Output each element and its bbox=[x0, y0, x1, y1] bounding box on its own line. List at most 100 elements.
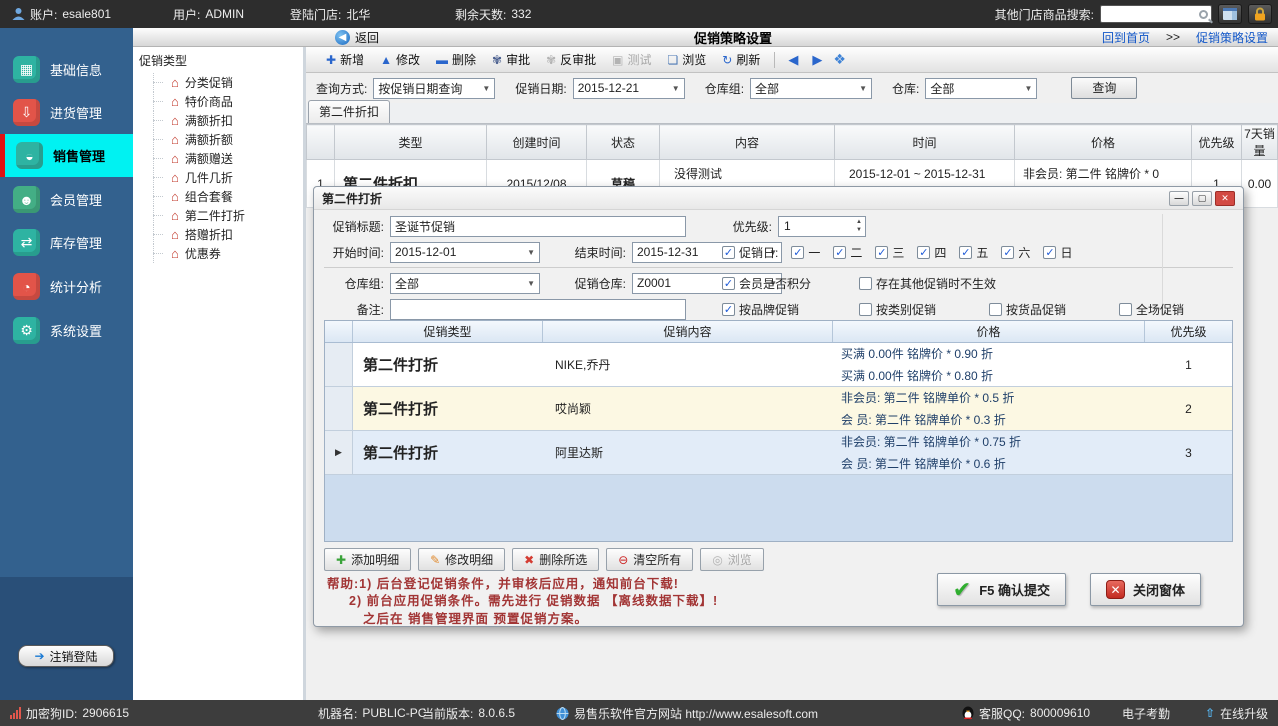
sidebar-item-settings[interactable]: ⚙ 系统设置 bbox=[0, 309, 133, 352]
refresh-button[interactable]: ↻刷新 bbox=[714, 49, 768, 70]
promo-day-sat[interactable]: 六 bbox=[1001, 244, 1030, 261]
warehouse-select[interactable]: 全部▼ bbox=[925, 78, 1037, 99]
close-window-button[interactable]: ✕关闭窗体 bbox=[1090, 573, 1201, 606]
unapprove-button[interactable]: ✾反审批 bbox=[538, 49, 604, 70]
home-link[interactable]: 回到首页 bbox=[1102, 29, 1150, 46]
qq-support[interactable]: 客服QQ: 800009610 bbox=[962, 700, 1090, 726]
official-website-link[interactable]: 易售乐软件官方网站 http://www.esalesoft.com bbox=[556, 700, 818, 726]
other-promo-checkbox[interactable]: 存在其他促销时不生效 bbox=[859, 275, 996, 292]
tree-item-amount-rebate[interactable]: ⌂满额折额 bbox=[133, 130, 303, 149]
detail-row-selected[interactable]: ▶ 第二件打折 阿里达斯 非会员: 第二件 铭牌单价 * 0.75 折会 员: … bbox=[325, 431, 1232, 475]
browse-button[interactable]: ❏浏览 bbox=[660, 49, 715, 70]
attendance-link[interactable]: 电子考勤 bbox=[1122, 700, 1170, 726]
row-selector[interactable] bbox=[325, 343, 353, 386]
checkbox-icon[interactable] bbox=[917, 246, 930, 259]
promo-day-tue[interactable]: 二 bbox=[833, 244, 862, 261]
delete-button[interactable]: ▬删除 bbox=[428, 49, 484, 70]
checkbox-icon[interactable] bbox=[1119, 303, 1132, 316]
tree-item-second-item-discount[interactable]: ⌂第二件打折 bbox=[133, 206, 303, 225]
clear-all-button[interactable]: ⊖清空所有 bbox=[606, 548, 693, 571]
tree-item-combo[interactable]: ⌂组合套餐 bbox=[133, 187, 303, 206]
prev-page-button[interactable]: ◀ bbox=[781, 52, 805, 68]
warehouse-group-select[interactable]: 全部▼ bbox=[750, 78, 872, 99]
store-search-input[interactable] bbox=[1100, 5, 1212, 23]
checkbox-icon[interactable] bbox=[989, 303, 1002, 316]
checkbox-icon[interactable] bbox=[722, 246, 735, 259]
tab-second-item-discount[interactable]: 第二件折扣 bbox=[308, 100, 390, 123]
tree-item-bundle-discount[interactable]: ⌂搭赠折扣 bbox=[133, 225, 303, 244]
house-icon: ⌂ bbox=[171, 209, 179, 222]
promo-day-thu[interactable]: 四 bbox=[917, 244, 946, 261]
logout-button[interactable]: ➔ 注销登陆 bbox=[18, 645, 114, 667]
tree-item-special-price[interactable]: ⌂特价商品 bbox=[133, 92, 303, 111]
remark-input[interactable] bbox=[390, 299, 686, 320]
tree-item-category-promo[interactable]: ⌂分类促销 bbox=[133, 73, 303, 92]
checkbox-icon[interactable] bbox=[791, 246, 804, 259]
sidebar-item-statistics[interactable]: ◔ 统计分析 bbox=[0, 265, 133, 308]
detail-row[interactable]: 第二件打折 哎尚颖 非会员: 第二件 铭牌单价 * 0.5 折会 员: 第二件 … bbox=[325, 387, 1232, 431]
checkbox-icon[interactable] bbox=[1001, 246, 1014, 259]
online-upgrade-link[interactable]: ⇧ 在线升级 bbox=[1205, 700, 1268, 726]
promo-day-sun[interactable]: 日 bbox=[1043, 244, 1072, 261]
selected-row-arrow-icon[interactable]: ▶ bbox=[325, 431, 353, 474]
promo-title-input[interactable]: 圣诞节促销 bbox=[390, 216, 686, 237]
checkbox-icon[interactable] bbox=[875, 246, 888, 259]
tree-item-amount-discount[interactable]: ⌂满额折扣 bbox=[133, 111, 303, 130]
minimize-button[interactable]: — bbox=[1169, 191, 1189, 206]
tree-item-qty-discount[interactable]: ⌂几件几折 bbox=[133, 168, 303, 187]
query-button[interactable]: 查询 bbox=[1071, 77, 1137, 99]
lock-button[interactable] bbox=[1248, 4, 1272, 24]
tree-item-coupon[interactable]: ⌂优惠券 bbox=[133, 244, 303, 263]
maximize-button[interactable]: ▢ bbox=[1192, 191, 1212, 206]
query-method-select[interactable]: 按促销日期查询▼ bbox=[373, 78, 495, 99]
promo-date-select[interactable]: 2015-12-21▼ bbox=[573, 78, 685, 99]
member-points-checkbox[interactable]: 会员是否积分 bbox=[722, 275, 811, 292]
sidebar-item-sales[interactable]: ◒ 销售管理 bbox=[0, 134, 133, 177]
checkbox-icon[interactable] bbox=[959, 246, 972, 259]
upgrade-arrow-icon: ⇧ bbox=[1205, 706, 1215, 720]
sidebar-item-members[interactable]: ☻ 会员管理 bbox=[0, 178, 133, 221]
delete-selected-button[interactable]: ✖删除所选 bbox=[512, 548, 599, 571]
test-button[interactable]: ▣测试 bbox=[604, 49, 659, 70]
book-icon[interactable]: ❖ bbox=[829, 51, 846, 68]
by-category-checkbox[interactable]: 按类别促销 bbox=[859, 301, 936, 318]
edit-button[interactable]: ▲修改 bbox=[372, 49, 428, 70]
row-selector[interactable] bbox=[325, 387, 353, 430]
sidebar-item-basic-info[interactable]: ▦ 基础信息 bbox=[0, 48, 133, 91]
checkbox-icon[interactable] bbox=[1043, 246, 1056, 259]
detail-row[interactable]: 第二件打折 NIKE,乔丹 买满 0.00件 铭牌价 * 0.90 折买满 0.… bbox=[325, 343, 1232, 387]
checkbox-icon[interactable] bbox=[859, 303, 872, 316]
by-goods-checkbox[interactable]: 按货品促销 bbox=[989, 301, 1066, 318]
start-time-select[interactable]: 2015-12-01▼ bbox=[390, 242, 540, 263]
all-store-checkbox[interactable]: 全场促销 bbox=[1119, 301, 1184, 318]
sidebar-item-inventory[interactable]: ⇄ 库存管理 bbox=[0, 221, 133, 264]
add-button[interactable]: ✚新增 bbox=[318, 49, 372, 70]
browse-detail-button[interactable]: ◎浏览 bbox=[700, 548, 764, 571]
sidebar-item-purchase[interactable]: ⇩ 进货管理 bbox=[0, 91, 133, 134]
back-arrow-icon: ◀ bbox=[335, 30, 350, 45]
checkbox-icon[interactable] bbox=[833, 246, 846, 259]
checkbox-icon[interactable] bbox=[859, 277, 872, 290]
close-icon[interactable]: ✕ bbox=[1215, 191, 1235, 206]
tree-item-amount-gift[interactable]: ⌂满额赠送 bbox=[133, 149, 303, 168]
modules-icon: ▦ bbox=[13, 56, 40, 83]
edit-detail-button[interactable]: ✎修改明细 bbox=[418, 548, 505, 571]
warehouse-group-select[interactable]: 全部▼ bbox=[390, 273, 540, 294]
promo-day-fri[interactable]: 五 bbox=[959, 244, 988, 261]
promo-days-master-checkbox[interactable]: 促销日: bbox=[722, 244, 778, 261]
promo-day-wed[interactable]: 三 bbox=[875, 244, 904, 261]
submit-button[interactable]: ✔F5 确认提交 bbox=[937, 573, 1066, 606]
next-page-button[interactable]: ▶ bbox=[805, 52, 829, 68]
back-button[interactable]: ◀ 返回 bbox=[335, 29, 379, 46]
checkbox-icon[interactable] bbox=[722, 277, 735, 290]
checkbox-icon[interactable] bbox=[722, 303, 735, 316]
add-detail-button[interactable]: ✚添加明细 bbox=[324, 548, 411, 571]
dialog-titlebar[interactable]: 第二件打折 — ▢ ✕ bbox=[314, 187, 1243, 210]
by-brand-checkbox[interactable]: 按品牌促销 bbox=[722, 301, 799, 318]
priority-stepper[interactable]: 1▲▼ bbox=[778, 216, 866, 237]
spinner-arrows-icon[interactable]: ▲▼ bbox=[856, 218, 862, 234]
search-icon[interactable] bbox=[1199, 10, 1208, 19]
approve-button[interactable]: ✾审批 bbox=[484, 49, 538, 70]
window-panel-button[interactable] bbox=[1218, 4, 1242, 24]
promo-day-mon[interactable]: 一 bbox=[791, 244, 820, 261]
